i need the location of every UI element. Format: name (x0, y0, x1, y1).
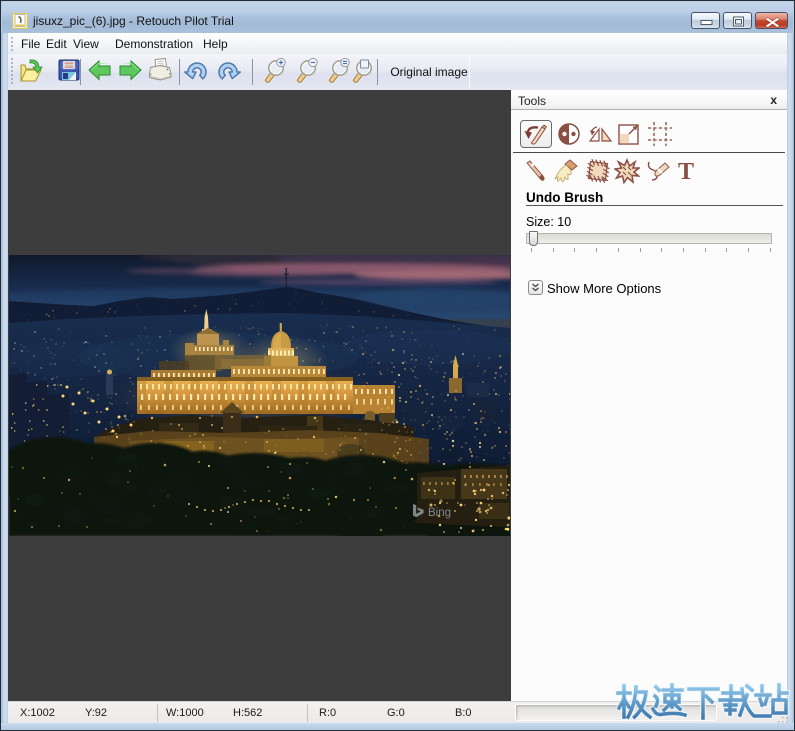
svg-text:Bing: Bing (428, 507, 451, 519)
svg-text:T: T (678, 159, 694, 184)
